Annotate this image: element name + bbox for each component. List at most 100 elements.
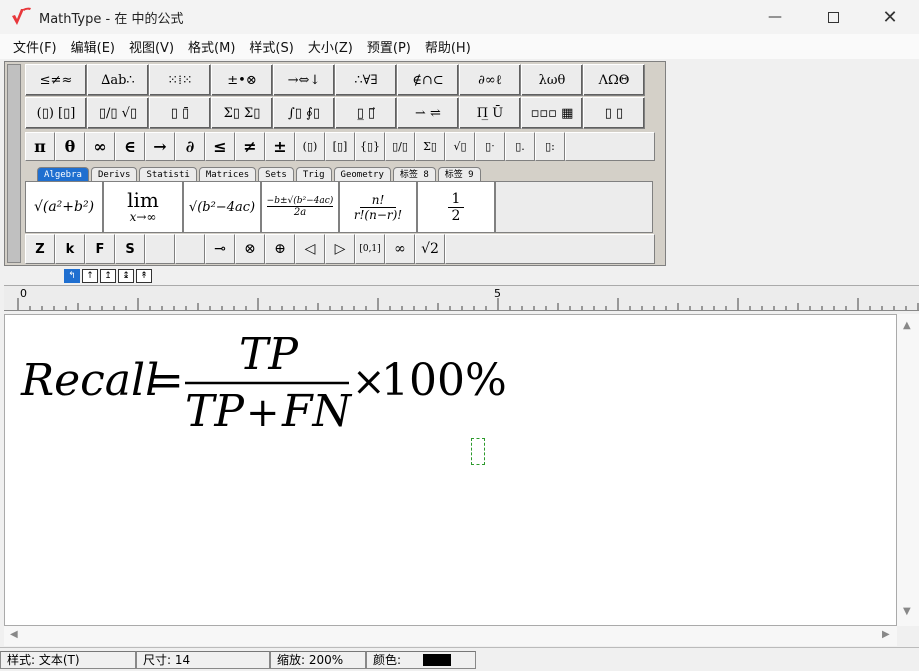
bottom-button-3[interactable]: F — [85, 234, 115, 264]
nudge-button-2[interactable]: ↑ — [82, 269, 98, 283]
template-one-half[interactable]: 1 2 — [417, 181, 495, 233]
bottom-button-10[interactable]: ◁ — [295, 234, 325, 264]
tab-5[interactable]: Sets — [258, 167, 294, 182]
symbol-button-7[interactable]: ≤ — [205, 132, 235, 161]
palette-row-templates: (▯) [▯] ▯/▯ √▯ ▯ ▯̄ Σ▯ Σ▯ ∫▯ ∮▯ ▯̲ ▯⃗ ⇀ ⇌ Π̲ Ū ▫… — [25, 97, 645, 129]
equation-editor-area[interactable]: Recall = TP TP + FN × 100% — [4, 314, 897, 626]
palette-button-10[interactable]: ΛΩΘ — [583, 64, 645, 96]
template-quadratic-formula[interactable]: −b±√(b²−4ac) 2a — [261, 181, 339, 233]
palette-button-5[interactable]: →⇔↓ — [273, 64, 335, 96]
symbol-button-17[interactable]: ▯. — [505, 132, 535, 161]
bottom-button-6[interactable] — [175, 234, 205, 264]
template-half-bottom: 2 — [451, 207, 461, 224]
template-discriminant[interactable]: √(b²−4ac) — [183, 181, 261, 233]
bottom-button-1[interactable]: Z — [25, 234, 55, 264]
bottom-button-5[interactable] — [145, 234, 175, 264]
maximize-button[interactable] — [804, 0, 862, 34]
menu-view[interactable]: 视图(V) — [122, 37, 181, 56]
vertical-scrollbar[interactable]: ▲ ▼ — [897, 314, 919, 626]
tab-9[interactable]: 标签 9 — [437, 167, 481, 182]
bottom-button-12[interactable]: [0,1] — [355, 234, 385, 264]
menu-format[interactable]: 格式(M) — [181, 37, 242, 56]
tab-4[interactable]: Matrices — [198, 167, 257, 182]
symbol-button-9[interactable]: ± — [265, 132, 295, 161]
template-palette-button-7[interactable]: ⇀ ⇌ — [397, 97, 459, 129]
symbol-empty-slot[interactable] — [565, 132, 655, 161]
bottom-button-13[interactable]: ∞ — [385, 234, 415, 264]
nudge-button-1[interactable]: ↰ — [64, 269, 80, 283]
symbol-button-16[interactable]: ▯ˑ — [475, 132, 505, 161]
template-combination[interactable]: n! r!(n−r)! — [339, 181, 417, 233]
symbol-button-1[interactable]: π — [25, 132, 55, 161]
symbol-button-11[interactable]: [▯] — [325, 132, 355, 161]
menu-edit[interactable]: 编辑(E) — [64, 37, 122, 56]
palette-button-4[interactable]: ±•⊗ — [211, 64, 273, 96]
minimize-button[interactable]: — — [746, 0, 804, 34]
symbol-button-2[interactable]: θ — [55, 132, 85, 161]
status-style: 样式: 文本(T) — [0, 650, 136, 669]
bottom-button-9[interactable]: ⊕ — [265, 234, 295, 264]
ruler[interactable]: 0 5 — [4, 285, 919, 311]
bottom-button-7[interactable]: ⊸ — [205, 234, 235, 264]
menu-style[interactable]: 样式(S) — [242, 37, 300, 56]
palette-button-9[interactable]: λωθ — [521, 64, 583, 96]
symbol-button-3[interactable]: ∞ — [85, 132, 115, 161]
bottom-button-14[interactable]: √2 — [415, 234, 445, 264]
template-palette-button-9[interactable]: ▫▫▫ ▦ — [521, 97, 583, 129]
bottom-empty-slot[interactable] — [445, 234, 655, 264]
template-palette-button-10[interactable]: ▯ ▯ — [583, 97, 645, 129]
tab-7[interactable]: Geometry — [333, 167, 391, 182]
nudge-button-4[interactable]: ↨ — [118, 269, 134, 283]
equation[interactable]: Recall = TP TP + FN × 100% — [19, 325, 509, 437]
horizontal-scrollbar[interactable]: ◀ ▶ — [4, 626, 897, 646]
insertion-slot[interactable] — [471, 438, 485, 465]
symbol-button-5[interactable]: → — [145, 132, 175, 161]
tab-8[interactable]: 标签 8 — [392, 167, 436, 182]
tab-1[interactable]: Algebra — [37, 167, 89, 182]
template-palette-button-1[interactable]: (▯) [▯] — [25, 97, 87, 129]
palette-button-6[interactable]: ∴∀∃ — [335, 64, 397, 96]
symbol-button-14[interactable]: Σ▯ — [415, 132, 445, 161]
template-palette-button-4[interactable]: Σ▯ Σ▯ — [211, 97, 273, 129]
scroll-up-icon[interactable]: ▲ — [903, 320, 911, 331]
palette-button-3[interactable]: ⁙⁞⁙ — [149, 64, 211, 96]
symbol-button-18[interactable]: ▯: — [535, 132, 565, 161]
bottom-button-8[interactable]: ⊗ — [235, 234, 265, 264]
menu-file[interactable]: 文件(F) — [6, 37, 64, 56]
bottom-button-11[interactable]: ▷ — [325, 234, 355, 264]
tab-2[interactable]: Derivs — [90, 167, 138, 182]
scroll-left-icon[interactable]: ◀ — [10, 629, 18, 640]
tab-3[interactable]: Statisti — [139, 167, 197, 182]
symbol-button-12[interactable]: {▯} — [355, 132, 385, 161]
nudge-button-3[interactable]: ↥ — [100, 269, 116, 283]
symbol-button-15[interactable]: √▯ — [445, 132, 475, 161]
symbol-button-10[interactable]: (▯) — [295, 132, 325, 161]
template-sqrt-sum-squares[interactable]: √(a²+b²) — [25, 181, 103, 233]
template-empty-slot[interactable] — [495, 181, 653, 233]
menu-size[interactable]: 大小(Z) — [301, 37, 360, 56]
template-palette-button-6[interactable]: ▯̲ ▯⃗ — [335, 97, 397, 129]
toolbar-grip[interactable] — [7, 64, 21, 263]
bottom-button-4[interactable]: S — [115, 234, 145, 264]
tab-6[interactable]: Trig — [295, 167, 332, 182]
template-palette-button-5[interactable]: ∫▯ ∮▯ — [273, 97, 335, 129]
template-palette-button-2[interactable]: ▯/▯ √▯ — [87, 97, 149, 129]
bottom-button-2[interactable]: k — [55, 234, 85, 264]
palette-button-8[interactable]: ∂∞ℓ — [459, 64, 521, 96]
nudge-button-5[interactable]: ↟ — [136, 269, 152, 283]
symbol-button-13[interactable]: ▯/▯ — [385, 132, 415, 161]
palette-button-7[interactable]: ∉∩⊂ — [397, 64, 459, 96]
scroll-right-icon[interactable]: ▶ — [882, 629, 890, 640]
palette-button-1[interactable]: ≤≠≈ — [25, 64, 87, 96]
close-button[interactable]: ✕ — [861, 0, 919, 34]
symbol-button-6[interactable]: ∂ — [175, 132, 205, 161]
menu-preferences[interactable]: 预置(P) — [360, 37, 418, 56]
palette-button-2[interactable]: ∆ab∴ — [87, 64, 149, 96]
template-limit[interactable]: lim x→∞ — [103, 181, 183, 233]
symbol-button-8[interactable]: ≠ — [235, 132, 265, 161]
template-palette-button-8[interactable]: Π̲ Ū — [459, 97, 521, 129]
symbol-button-4[interactable]: ∈ — [115, 132, 145, 161]
scroll-down-icon[interactable]: ▼ — [903, 606, 911, 617]
template-palette-button-3[interactable]: ▯ ▯̄ — [149, 97, 211, 129]
menu-help[interactable]: 帮助(H) — [418, 37, 478, 56]
